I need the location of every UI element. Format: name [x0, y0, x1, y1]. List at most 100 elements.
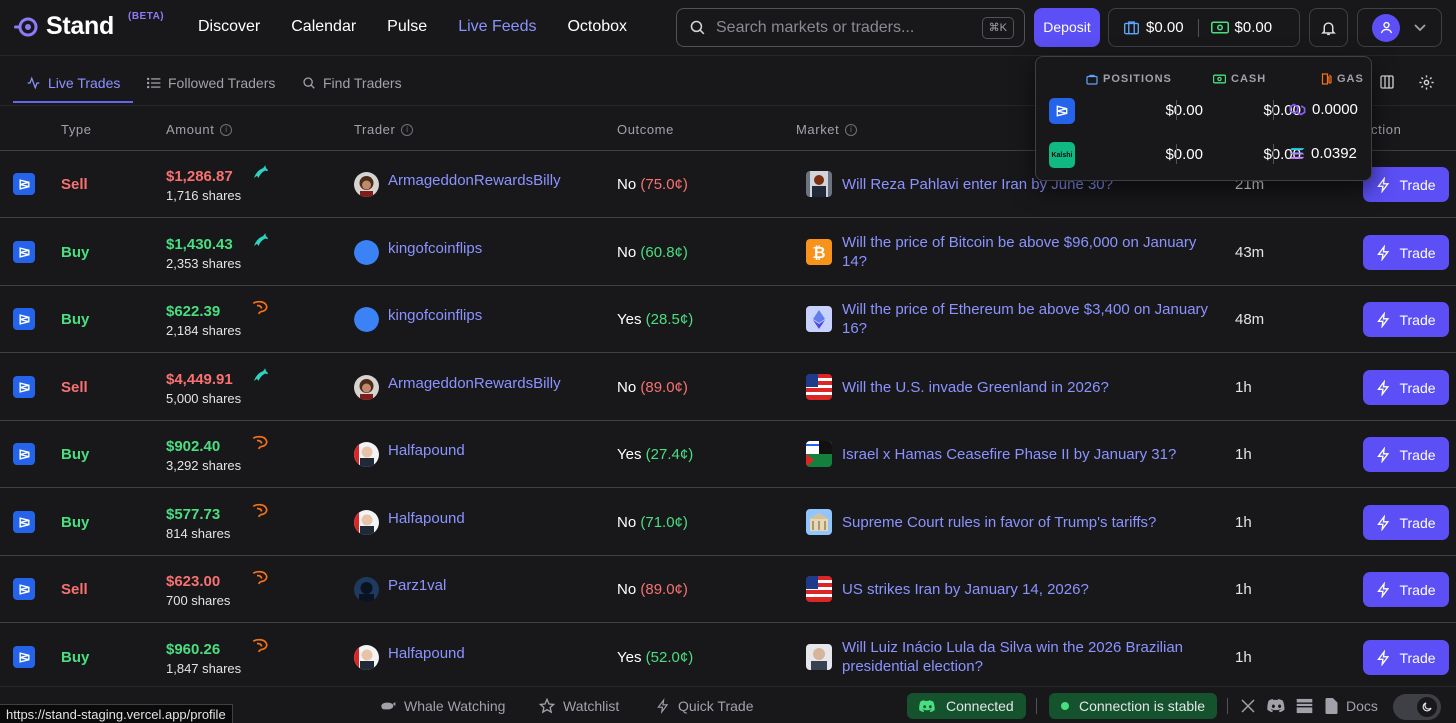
info-icon[interactable]: i: [845, 123, 858, 136]
theme-toggle[interactable]: [1393, 694, 1441, 720]
trade-outcome: No (89.0¢): [617, 581, 688, 598]
trader-name-link[interactable]: Halfapound: [388, 442, 465, 459]
market-title-link[interactable]: US strikes Iran by January 14, 2026?: [842, 580, 1222, 599]
trade-button[interactable]: Trade: [1363, 437, 1449, 472]
x-twitter-icon[interactable]: [1240, 698, 1256, 714]
cash-header: CASH: [1213, 73, 1266, 85]
beta-badge: (BETA): [128, 11, 165, 22]
nav-discover[interactable]: Discover: [198, 18, 260, 36]
trader-name-link[interactable]: ArmageddonRewardsBilly: [388, 172, 561, 189]
trader-name-link[interactable]: Halfapound: [388, 645, 465, 662]
columns-icon[interactable]: [1379, 74, 1395, 90]
watchlist-button[interactable]: Watchlist: [539, 698, 619, 714]
trade-shares: 700 shares: [166, 593, 231, 608]
footer-divider: [1036, 698, 1037, 714]
outcome-price: (89.0¢): [640, 581, 688, 598]
market-title-link[interactable]: Will the price of Bitcoin be above $96,0…: [842, 233, 1222, 271]
nav-calendar[interactable]: Calendar: [291, 18, 356, 36]
discord-connected-badge[interactable]: Connected: [907, 693, 1026, 719]
docs-link[interactable]: Docs: [1325, 698, 1378, 714]
col-market[interactable]: Market i: [796, 122, 858, 137]
col-trader[interactable]: Trader i: [354, 122, 414, 137]
nav-live-feeds[interactable]: Live Feeds: [458, 18, 536, 36]
col-amount[interactable]: Amount i: [166, 122, 233, 137]
trade-time: 1h: [1235, 379, 1252, 396]
trader-tier-badge: [251, 299, 269, 320]
briefcase-icon: [1086, 74, 1098, 85]
trade-shares: 2,353 shares: [166, 256, 242, 271]
col-action: ction: [1371, 122, 1402, 137]
profile-menu-button[interactable]: [1357, 8, 1442, 47]
trader-name-link[interactable]: kingofcoinflips: [388, 240, 482, 257]
table-row[interactable]: Sell $623.00 700 shares Parz1val No (89.…: [0, 556, 1456, 623]
gas-header: GAS: [1321, 73, 1364, 85]
trader-avatar[interactable]: [354, 307, 379, 332]
trader-avatar[interactable]: [354, 240, 379, 265]
table-row[interactable]: Buy $902.40 3,292 shares Halfapound Yes …: [0, 421, 1456, 488]
shrimp-icon: [252, 570, 268, 585]
table-row[interactable]: Buy $622.39 2,184 shares kingofcoinflips…: [0, 286, 1456, 353]
nav-octobox[interactable]: Octobox: [567, 18, 627, 36]
quick-trade-button[interactable]: Quick Trade: [656, 698, 753, 714]
trader-avatar[interactable]: [354, 375, 379, 400]
newspaper-icon[interactable]: [1296, 698, 1313, 714]
deposit-button[interactable]: Deposit: [1034, 8, 1100, 47]
trade-button[interactable]: Trade: [1363, 370, 1449, 405]
market-title-link[interactable]: Will the U.S. invade Greenland in 2026?: [842, 378, 1222, 397]
trade-amount: $622.39: [166, 303, 221, 320]
trade-button-label: Trade: [1399, 514, 1436, 531]
trade-button-label: Trade: [1399, 176, 1436, 193]
trader-avatar[interactable]: [354, 645, 379, 670]
notifications-button[interactable]: [1309, 8, 1348, 47]
tab-followed-traders[interactable]: Followed Traders: [147, 75, 275, 91]
trade-type: Sell: [61, 176, 88, 193]
positions-value: $0.00: [1146, 19, 1184, 36]
discord-icon[interactable]: [1267, 699, 1286, 713]
outcome-price: (71.0¢): [640, 514, 688, 531]
trader-avatar[interactable]: [354, 577, 379, 602]
trade-time: 1h: [1235, 581, 1252, 598]
col-market-label: Market: [796, 122, 840, 137]
trader-name-link[interactable]: kingofcoinflips: [388, 307, 482, 324]
market-title-link[interactable]: Will the price of Ethereum be above $3,4…: [842, 300, 1222, 338]
trade-button[interactable]: Trade: [1363, 235, 1449, 270]
trader-avatar[interactable]: [354, 510, 379, 535]
balance-button[interactable]: $0.00 $0.00: [1108, 8, 1300, 47]
table-row[interactable]: Buy $960.26 1,847 shares Halfapound Yes …: [0, 624, 1456, 691]
trade-button[interactable]: Trade: [1363, 505, 1449, 540]
trader-name-link[interactable]: Halfapound: [388, 510, 465, 527]
trade-button[interactable]: Trade: [1363, 640, 1449, 675]
trader-name-link[interactable]: Parz1val: [388, 577, 446, 594]
nav-pulse[interactable]: Pulse: [387, 18, 427, 36]
market-title-link[interactable]: Israel x Hamas Ceasefire Phase II by Jan…: [842, 445, 1222, 464]
cash-value: $0.00: [1234, 19, 1273, 36]
col-outcome[interactable]: Outcome: [617, 122, 674, 137]
trader-avatar[interactable]: [354, 442, 379, 467]
whale-watching-button[interactable]: Whale Watching: [380, 698, 505, 714]
market-title-link[interactable]: Will Luiz Inácio Lula da Silva win the 2…: [842, 638, 1222, 676]
trade-shares: 814 shares: [166, 526, 231, 541]
trade-button-label: Trade: [1399, 649, 1436, 666]
table-row[interactable]: Buy $1,430.43 2,353 shares kingofcoinfli…: [0, 219, 1456, 286]
search-box[interactable]: ⌘K: [676, 8, 1025, 47]
table-row[interactable]: Buy $577.73 814 shares Halfapound No (71…: [0, 489, 1456, 556]
logo[interactable]: Stand: [14, 12, 114, 41]
trade-button[interactable]: Trade: [1363, 302, 1449, 337]
trader-name-link[interactable]: ArmageddonRewardsBilly: [388, 375, 561, 392]
browser-status-url: https://stand-staging.vercel.app/profile: [0, 704, 233, 723]
trade-button[interactable]: Trade: [1363, 572, 1449, 607]
search-input[interactable]: [716, 18, 966, 37]
tab-live-trades[interactable]: Live Trades: [26, 75, 120, 91]
info-icon[interactable]: i: [220, 123, 233, 136]
trader-avatar[interactable]: [354, 172, 379, 197]
settings-gear-icon[interactable]: [1418, 74, 1435, 91]
trade-button[interactable]: Trade: [1363, 167, 1449, 202]
trade-type: Buy: [61, 311, 90, 328]
search-icon: [690, 20, 705, 35]
market-title-link[interactable]: Supreme Court rules in favor of Trump's …: [842, 513, 1222, 532]
svg-text:₿: ₿: [812, 244, 825, 262]
table-row[interactable]: Sell $4,449.91 5,000 shares ArmageddonRe…: [0, 354, 1456, 421]
col-type[interactable]: Type: [61, 122, 92, 137]
info-icon[interactable]: i: [401, 123, 414, 136]
tab-find-traders[interactable]: Find Traders: [302, 75, 402, 91]
